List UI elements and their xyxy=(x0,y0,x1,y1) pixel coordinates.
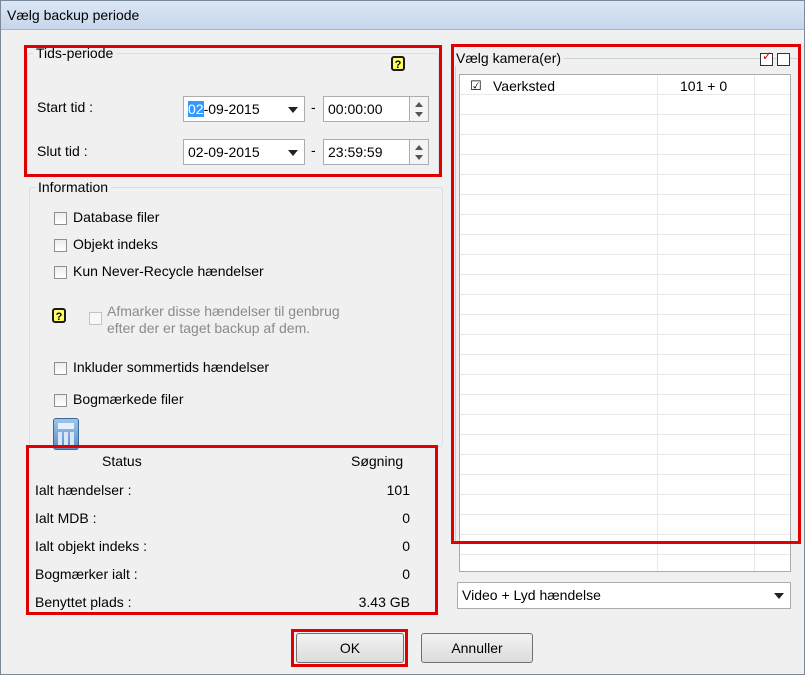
end-time-spin-buttons[interactable] xyxy=(409,139,429,165)
start-date-picker[interactable]: 02-09-2015 xyxy=(183,96,305,122)
object-index-label: Objekt indeks xyxy=(73,236,158,252)
bookmarked-files-checkbox[interactable] xyxy=(54,394,67,407)
end-date-picker[interactable]: 02-09-2015 xyxy=(183,139,305,165)
object-index-checkbox[interactable] xyxy=(54,239,67,252)
database-files-label: Database filer xyxy=(73,209,160,225)
start-dash: - xyxy=(311,99,316,115)
bookmarked-files-label: Bogmærkede filer xyxy=(73,391,184,407)
used-space-value: 3.43 GB xyxy=(358,594,410,610)
mark-recycle-checkbox[interactable] xyxy=(89,312,102,325)
total-events-value: 101 xyxy=(386,482,410,498)
select-all-cameras-icon[interactable]: ✓ xyxy=(760,49,773,66)
start-time-label: Start tid : xyxy=(37,99,94,115)
mark-recycle-label-line1: Afmarker disse hændelser til genbrug xyxy=(107,303,340,319)
used-space-label: Benyttet plads : xyxy=(35,594,132,610)
cancel-button[interactable]: Annuller xyxy=(421,633,533,663)
total-events-label: Ialt hændelser : xyxy=(35,482,132,498)
end-date-value: 02-09-2015 xyxy=(188,144,260,160)
total-mdb-label: Ialt MDB : xyxy=(35,510,97,526)
end-time-label: Slut tid : xyxy=(37,143,88,159)
never-recycle-label: Kun Never-Recycle hændelser xyxy=(73,263,264,279)
chevron-down-icon xyxy=(288,107,298,113)
camera-list[interactable]: ☑ Vaerksted 101 + 0 xyxy=(459,74,791,572)
time-period-legend: Tids-periode xyxy=(33,45,117,61)
total-mdb-value: 0 xyxy=(402,510,410,526)
recycle-help-icon[interactable]: ? xyxy=(52,308,66,323)
total-bookmarks-label: Bogmærker ialt : xyxy=(35,566,138,582)
information-legend: Information xyxy=(35,179,112,195)
calculator-icon[interactable] xyxy=(53,418,79,450)
end-time-value: 23:59:59 xyxy=(328,144,383,160)
never-recycle-checkbox[interactable] xyxy=(54,266,67,279)
camera-legend: Vælg kamera(er) xyxy=(453,50,565,66)
camera-checked-icon[interactable]: ☑ xyxy=(470,78,482,94)
search-header: Søgning xyxy=(351,453,404,469)
total-object-index-value: 0 xyxy=(402,538,410,554)
daylight-saving-label: Inkluder sommertids hændelser xyxy=(73,359,270,375)
end-dash: - xyxy=(311,142,316,158)
start-date-rest: -09-2015 xyxy=(203,101,260,117)
highlight-status xyxy=(26,445,438,615)
total-object-index-label: Ialt objekt indeks : xyxy=(35,538,148,554)
start-date-selected-part: 02 xyxy=(188,101,204,117)
list-item[interactable]: ☑ Vaerksted 101 + 0 xyxy=(460,75,790,95)
start-time-spinner[interactable]: 00:00:00 xyxy=(323,96,429,122)
camera-name: Vaerksted xyxy=(493,78,555,94)
total-bookmarks-value: 0 xyxy=(402,566,410,582)
period-help-icon[interactable]: ? xyxy=(391,56,405,71)
chevron-down-icon xyxy=(288,150,298,156)
chevron-down-icon xyxy=(774,593,784,599)
mark-recycle-label-line2: efter der er taget backup af dem. xyxy=(107,320,311,336)
start-time-spin-buttons[interactable] xyxy=(409,96,429,122)
status-header: Status xyxy=(102,453,142,469)
title-bar: Vælg backup periode xyxy=(1,1,804,30)
start-time-value: 00:00:00 xyxy=(328,101,383,117)
daylight-saving-checkbox[interactable] xyxy=(54,362,67,375)
database-files-checkbox[interactable] xyxy=(54,212,67,225)
deselect-all-cameras-icon[interactable] xyxy=(777,53,790,66)
event-type-value: Video + Lyd hændelse xyxy=(462,587,601,603)
backup-period-dialog: Vælg backup periode Tids-periode ? Start… xyxy=(0,0,805,675)
ok-button[interactable]: OK xyxy=(296,633,404,663)
end-time-spinner[interactable]: 23:59:59 xyxy=(323,139,429,165)
event-type-select[interactable]: Video + Lyd hændelse xyxy=(457,582,791,609)
window-title: Vælg backup periode xyxy=(7,7,140,23)
camera-event-count: 101 + 0 xyxy=(680,78,728,94)
